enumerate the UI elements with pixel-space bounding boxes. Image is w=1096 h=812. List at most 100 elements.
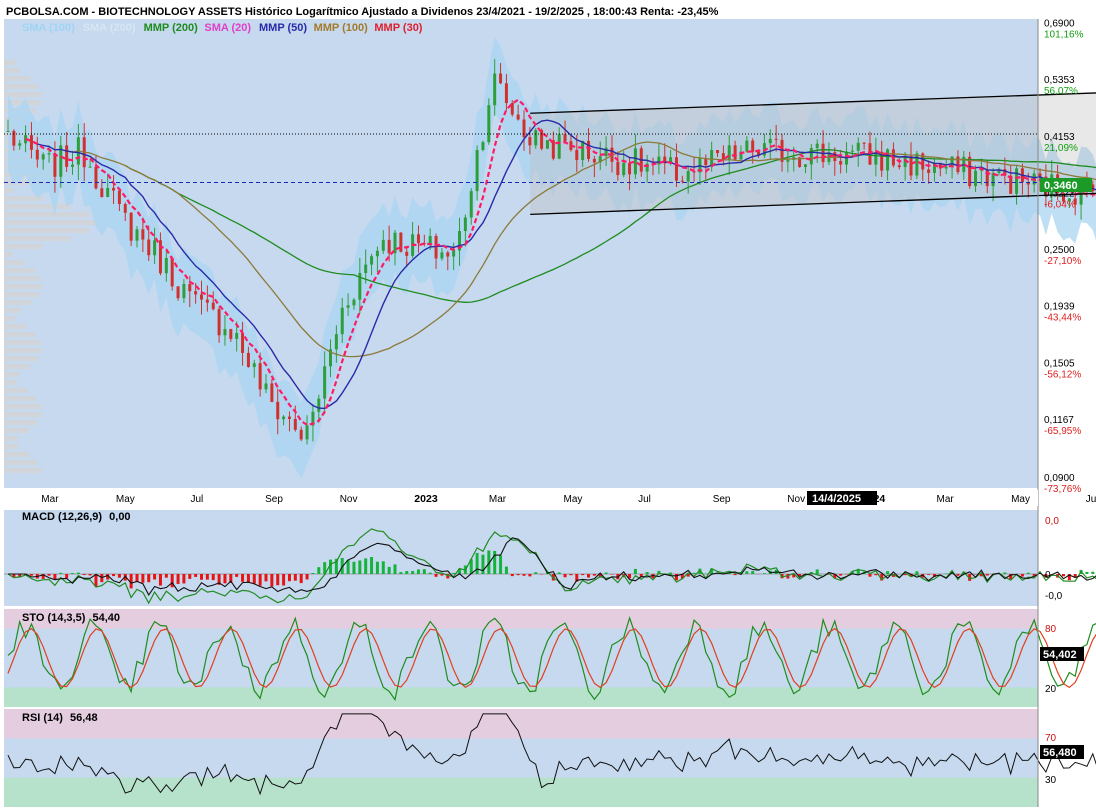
candle-body (18, 143, 22, 146)
candle-body (1015, 168, 1019, 194)
macd-tick-bottom: -0,0 (1045, 591, 1063, 602)
macd-histogram-bar (745, 571, 749, 574)
macd-histogram-bar (88, 574, 92, 576)
candle-body (710, 150, 714, 166)
volume-profile-bar (4, 300, 32, 305)
macd-histogram-bar (205, 574, 209, 580)
macd-histogram-bar (581, 574, 585, 576)
volume-profile-bar (4, 68, 20, 73)
macd-histogram-bar (170, 574, 174, 588)
price-tick-label: 0,4153 (1044, 132, 1075, 143)
volume-profile-bar (4, 460, 38, 465)
candle-body (364, 264, 368, 274)
volume-profile-bar (4, 332, 36, 337)
price-tick-label: 0,5353 (1044, 75, 1075, 86)
candle-body (241, 332, 245, 353)
candle-body (188, 284, 192, 292)
macd-histogram-bar (405, 571, 409, 574)
candle-body (674, 157, 678, 181)
volume-profile-bar (4, 212, 90, 217)
candle-body (475, 149, 479, 192)
volume-profile-bar (4, 236, 71, 241)
macd-histogram-bar (1091, 571, 1095, 574)
volume-profile-bar (4, 276, 41, 281)
volume-profile-bar (4, 348, 42, 353)
candle-body (856, 142, 860, 151)
candle-body (305, 425, 309, 440)
volume-profile-bar (4, 76, 31, 81)
candle-body (387, 239, 391, 254)
time-tick-label: Jul (191, 494, 204, 505)
candle-body (405, 251, 409, 256)
macd-histogram-bar (47, 574, 51, 576)
macd-histogram-bar (587, 574, 591, 578)
candle-body (686, 171, 690, 182)
macd-histogram-bar (504, 566, 508, 574)
legend: SMA (100) SMA (200) MMP (200) SMA (20) MMP (… (22, 22, 423, 34)
macd-histogram-bar (499, 555, 503, 574)
macd-label: MACD (12,26,9) 0,00 (22, 511, 131, 523)
volume-profile-bar (4, 220, 96, 225)
candle-body (170, 257, 174, 287)
legend-entry: SMA (100) (22, 22, 75, 34)
candle-body (258, 363, 262, 390)
macd-histogram-bar (475, 552, 479, 574)
candle-body (375, 250, 379, 257)
candle-body (628, 162, 632, 175)
volume-profile-bar (4, 340, 41, 345)
price-tick-label: 0,2500 (1044, 245, 1075, 256)
rsi-value-label: 56,480 (1043, 747, 1077, 759)
sto-tick-20: 20 (1045, 684, 1057, 695)
macd-histogram-bar (158, 574, 162, 586)
candle-body (264, 383, 268, 390)
candle-body (633, 148, 637, 175)
macd-histogram-bar (293, 574, 297, 581)
time-tick-label: Jul (1086, 494, 1096, 505)
candle-body (716, 150, 720, 154)
candle-body (803, 164, 807, 167)
macd-histogram-bar (352, 561, 356, 574)
macd-histogram-bar (358, 560, 362, 574)
candle-body (340, 307, 344, 335)
macd-histogram-bar (528, 574, 532, 577)
candle-body (862, 142, 866, 144)
candle-body (850, 150, 854, 152)
volume-profile-bar (4, 428, 29, 433)
macd-histogram-bar (1020, 574, 1024, 577)
macd-histogram-bar (956, 574, 960, 576)
candle-body (440, 252, 444, 259)
candle-body (123, 204, 127, 213)
candle-body (499, 73, 503, 84)
macd-histogram-bar (76, 572, 80, 574)
candle-body (575, 149, 579, 161)
candle-body (65, 145, 69, 167)
candle-body (504, 83, 508, 104)
macd-histogram-bar (387, 566, 391, 574)
macd-histogram-bar (399, 572, 403, 574)
candle-body (1038, 173, 1042, 177)
macd-histogram-bar (241, 574, 245, 582)
volume-profile-bar (4, 268, 35, 273)
macd-histogram-bar (633, 568, 637, 574)
legend-entry: MMP (200) (144, 22, 199, 34)
candle-body (540, 130, 544, 149)
candle-body (563, 134, 567, 142)
macd-histogram-bar (411, 571, 415, 574)
sto-tick-80: 80 (1045, 624, 1057, 635)
candle-body (282, 416, 286, 420)
macd-histogram-bar (264, 574, 268, 582)
candle-body (452, 250, 456, 257)
sto-label: STO (14,3,5) 54,40 (22, 612, 120, 624)
candle-body (352, 299, 356, 306)
percent-tick-label: -6,04% (1044, 199, 1076, 210)
macd-histogram-bar (516, 574, 520, 576)
candle-body (246, 352, 250, 368)
candle-body (587, 140, 591, 159)
macd-histogram-bar (375, 561, 379, 574)
macd-histogram-bar (674, 574, 678, 581)
legend-entry: MMP (30) (374, 22, 422, 34)
candle-body (733, 145, 737, 160)
macd-histogram-bar (305, 574, 309, 580)
macd-histogram-bar (194, 574, 198, 577)
candle-body (117, 190, 121, 205)
